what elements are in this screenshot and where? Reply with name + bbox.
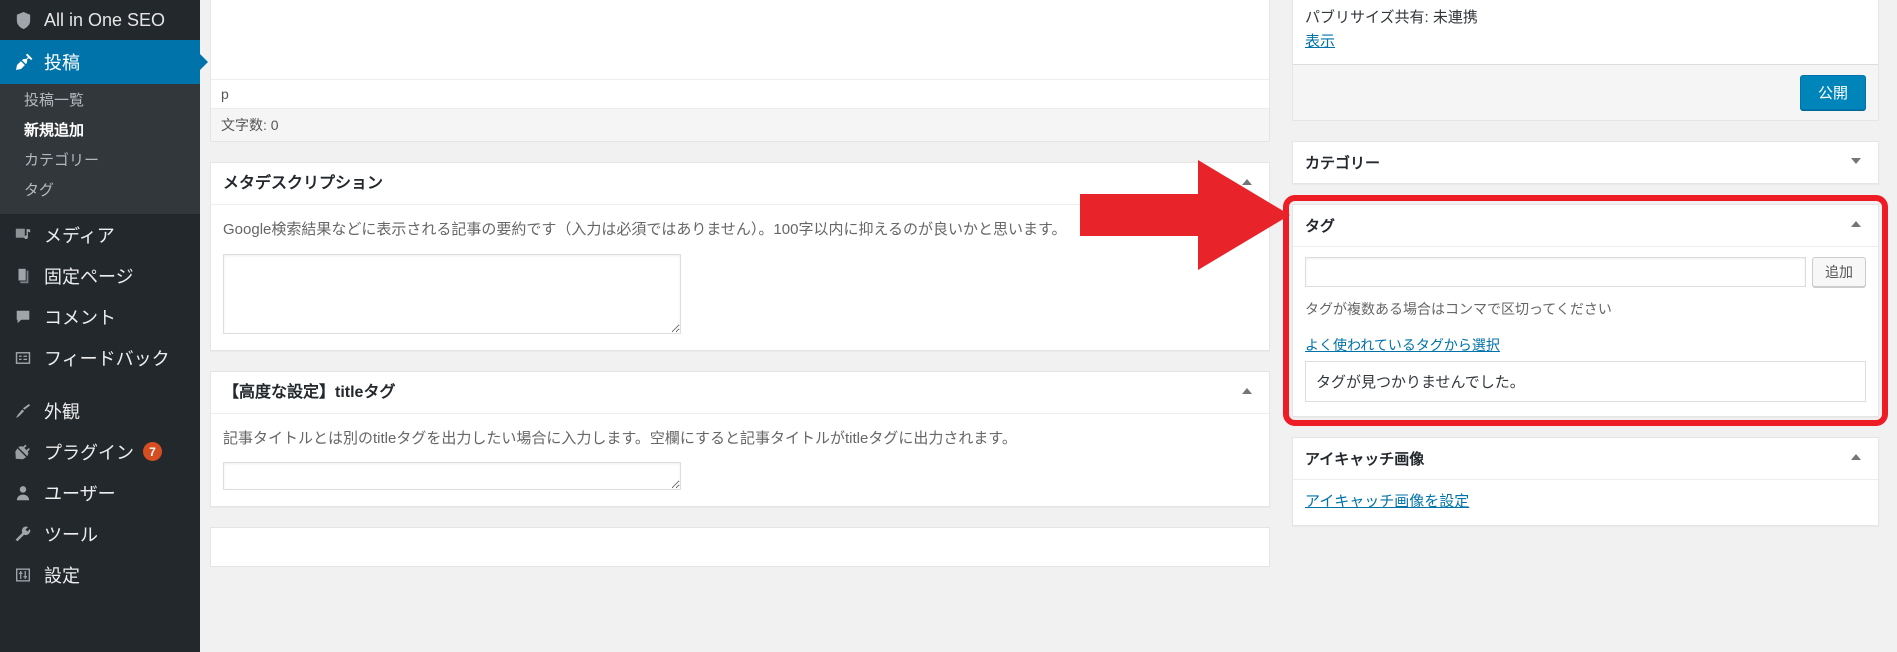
submenu-item-post-list[interactable]: 投稿一覧 <box>0 86 200 116</box>
sidebar-item-comments[interactable]: コメント <box>0 296 200 337</box>
primary-column: p 文字数: 0 メタデスクリプション Google検索結果などに表示される記事… <box>210 0 1270 652</box>
sidebar-item-users[interactable]: ユーザー <box>0 472 200 513</box>
editor-element-path: p <box>211 80 1269 109</box>
publicize-edit-link[interactable]: 表示 <box>1305 30 1335 54</box>
meta-description-help: Google検索結果などに表示される記事の要約です（入力は必須ではありません）。… <box>223 221 1067 239</box>
publish-actions: 公開 <box>1293 64 1878 120</box>
sidebar-item-label: ユーザー <box>44 483 116 504</box>
featured-image-header[interactable]: アイキャッチ画像 <box>1293 438 1878 480</box>
choose-popular-tags-link[interactable]: よく使われているタグから選択 <box>1305 335 1500 355</box>
plugin-update-badge: 7 <box>143 442 162 461</box>
tags-box: タグ 追加 タグが複数ある場合はコンマで区切ってください よく使われているタグか… <box>1292 204 1879 417</box>
wordpress-admin-screen: All in One SEO 投稿 投稿一覧 新規追加 カテゴリー タグ メディ… <box>0 0 1897 652</box>
chevron-up-icon[interactable] <box>1237 385 1257 400</box>
publicize-row: パブリサイズ共有: 未連携 表示 <box>1293 0 1878 64</box>
set-featured-image-link[interactable]: アイキャッチ画像を設定 <box>1305 493 1469 510</box>
main-content-area: p 文字数: 0 メタデスクリプション Google検索結果などに表示される記事… <box>200 0 1897 652</box>
posts-submenu: 投稿一覧 新規追加 カテゴリー タグ <box>0 84 200 214</box>
featured-image-body: アイキャッチ画像を設定 <box>1293 480 1878 525</box>
sidebar-item-plugins[interactable]: プラグイン 7 <box>0 431 200 472</box>
sidebar-item-label: コメント <box>44 307 116 328</box>
settings-icon <box>14 566 44 584</box>
chevron-up-icon[interactable] <box>1846 451 1866 466</box>
sidebar-item-label: ツール <box>44 524 98 545</box>
title-tag-box: 【高度な設定】titleタグ 記事タイトルとは別のtitleタグを出力したい場合… <box>210 370 1270 508</box>
sidebar-item-label: All in One SEO <box>44 9 166 30</box>
submenu-item-categories[interactable]: カテゴリー <box>0 146 200 176</box>
sidebar-item-label: 投稿 <box>44 53 80 73</box>
title-tag-header[interactable]: 【高度な設定】titleタグ <box>211 372 1269 414</box>
add-tag-button[interactable]: 追加 <box>1812 257 1866 287</box>
admin-sidebar-menu: All in One SEO 投稿 投稿一覧 新規追加 カテゴリー タグ メディ… <box>0 0 208 652</box>
sidebar-item-media[interactable]: メディア <box>0 214 200 255</box>
meta-description-input[interactable] <box>223 253 681 334</box>
featured-image-title: アイキャッチ画像 <box>1305 450 1425 468</box>
tags-body: 追加 タグが複数ある場合はコンマで区切ってください よく使われているタグから選択… <box>1293 247 1878 416</box>
chevron-down-icon[interactable] <box>1846 155 1866 170</box>
sidebar-item-label: 外観 <box>44 401 80 422</box>
publish-button[interactable]: 公開 <box>1799 75 1866 110</box>
sidebar-item-posts[interactable]: 投稿 <box>0 40 208 84</box>
title-tag-help: 記事タイトルとは別のtitleタグを出力したい場合に入力します。空欄にすると記事… <box>223 429 1017 447</box>
tags-header[interactable]: タグ <box>1293 205 1878 247</box>
sidebar-item-feedback[interactable]: フィードバック <box>0 337 200 378</box>
meta-description-header[interactable]: メタデスクリプション <box>211 163 1269 206</box>
post-editor-remnant: p 文字数: 0 <box>210 0 1270 142</box>
publicize-label: パブリサイズ共有: 未連携 <box>1305 9 1478 26</box>
tags-title: タグ <box>1305 218 1336 235</box>
feedback-icon <box>14 349 44 367</box>
tag-hint-text: タグが複数ある場合はコンマで区切ってください <box>1305 301 1612 317</box>
tag-cloud-message: タグが見つかりませんでした。 <box>1305 360 1866 402</box>
user-icon <box>14 484 44 502</box>
meta-description-box: メタデスクリプション Google検索結果などに表示される記事の要約です（入力は… <box>210 162 1270 351</box>
title-tag-title: 【高度な設定】titleタグ <box>223 383 396 401</box>
chevron-up-icon[interactable] <box>1237 176 1257 191</box>
sidebar-item-label: 設定 <box>44 565 80 586</box>
sidebar-item-label: プラグイン <box>44 442 134 463</box>
sidebar-item-settings[interactable]: 設定 <box>0 554 200 595</box>
shield-icon <box>14 11 44 30</box>
categories-title: カテゴリー <box>1305 155 1381 172</box>
meta-description-title: メタデスクリプション <box>223 175 384 192</box>
sidebar-item-label: 固定ページ <box>44 266 134 287</box>
title-tag-input[interactable] <box>223 462 681 491</box>
media-icon <box>14 226 44 244</box>
appearance-icon <box>14 402 44 420</box>
pin-icon <box>14 52 44 72</box>
comment-icon <box>14 308 44 326</box>
sidebar-item-all-in-one-seo[interactable]: All in One SEO <box>0 0 200 40</box>
sidebar-item-pages[interactable]: 固定ページ <box>0 255 200 296</box>
publish-box: パブリサイズ共有: 未連携 表示 公開 <box>1292 0 1879 121</box>
menu-separator <box>0 378 200 390</box>
secondary-column: パブリサイズ共有: 未連携 表示 公開 カテゴリー タグ 追加 タグが複数ある場… <box>1270 0 1879 652</box>
chevron-up-icon[interactable] <box>1846 218 1866 233</box>
pages-icon <box>14 267 44 285</box>
meta-description-body: Google検索結果などに表示される記事の要約です（入力は必須ではありません）。… <box>211 205 1269 350</box>
tag-input[interactable] <box>1305 257 1806 287</box>
editor-content-area[interactable] <box>211 0 1269 80</box>
featured-image-box: アイキャッチ画像 アイキャッチ画像を設定 <box>1292 436 1879 526</box>
sidebar-item-label: フィードバック <box>44 348 170 369</box>
sidebar-item-appearance[interactable]: 外観 <box>0 390 200 431</box>
title-tag-body: 記事タイトルとは別のtitleタグを出力したい場合に入力します。空欄にすると記事… <box>211 414 1269 507</box>
tag-entry-row: 追加 <box>1305 257 1866 287</box>
editor-word-count: 文字数: 0 <box>211 109 1269 141</box>
submenu-item-tags[interactable]: タグ <box>0 176 200 206</box>
tools-icon <box>14 525 44 543</box>
categories-header[interactable]: カテゴリー <box>1293 142 1878 183</box>
sidebar-item-tools[interactable]: ツール <box>0 513 200 554</box>
submenu-item-add-new[interactable]: 新規追加 <box>0 116 200 146</box>
plugin-icon <box>14 443 44 461</box>
next-postbox-partial <box>210 527 1270 568</box>
sidebar-item-label: メディア <box>44 225 115 246</box>
categories-box: カテゴリー <box>1292 141 1879 184</box>
